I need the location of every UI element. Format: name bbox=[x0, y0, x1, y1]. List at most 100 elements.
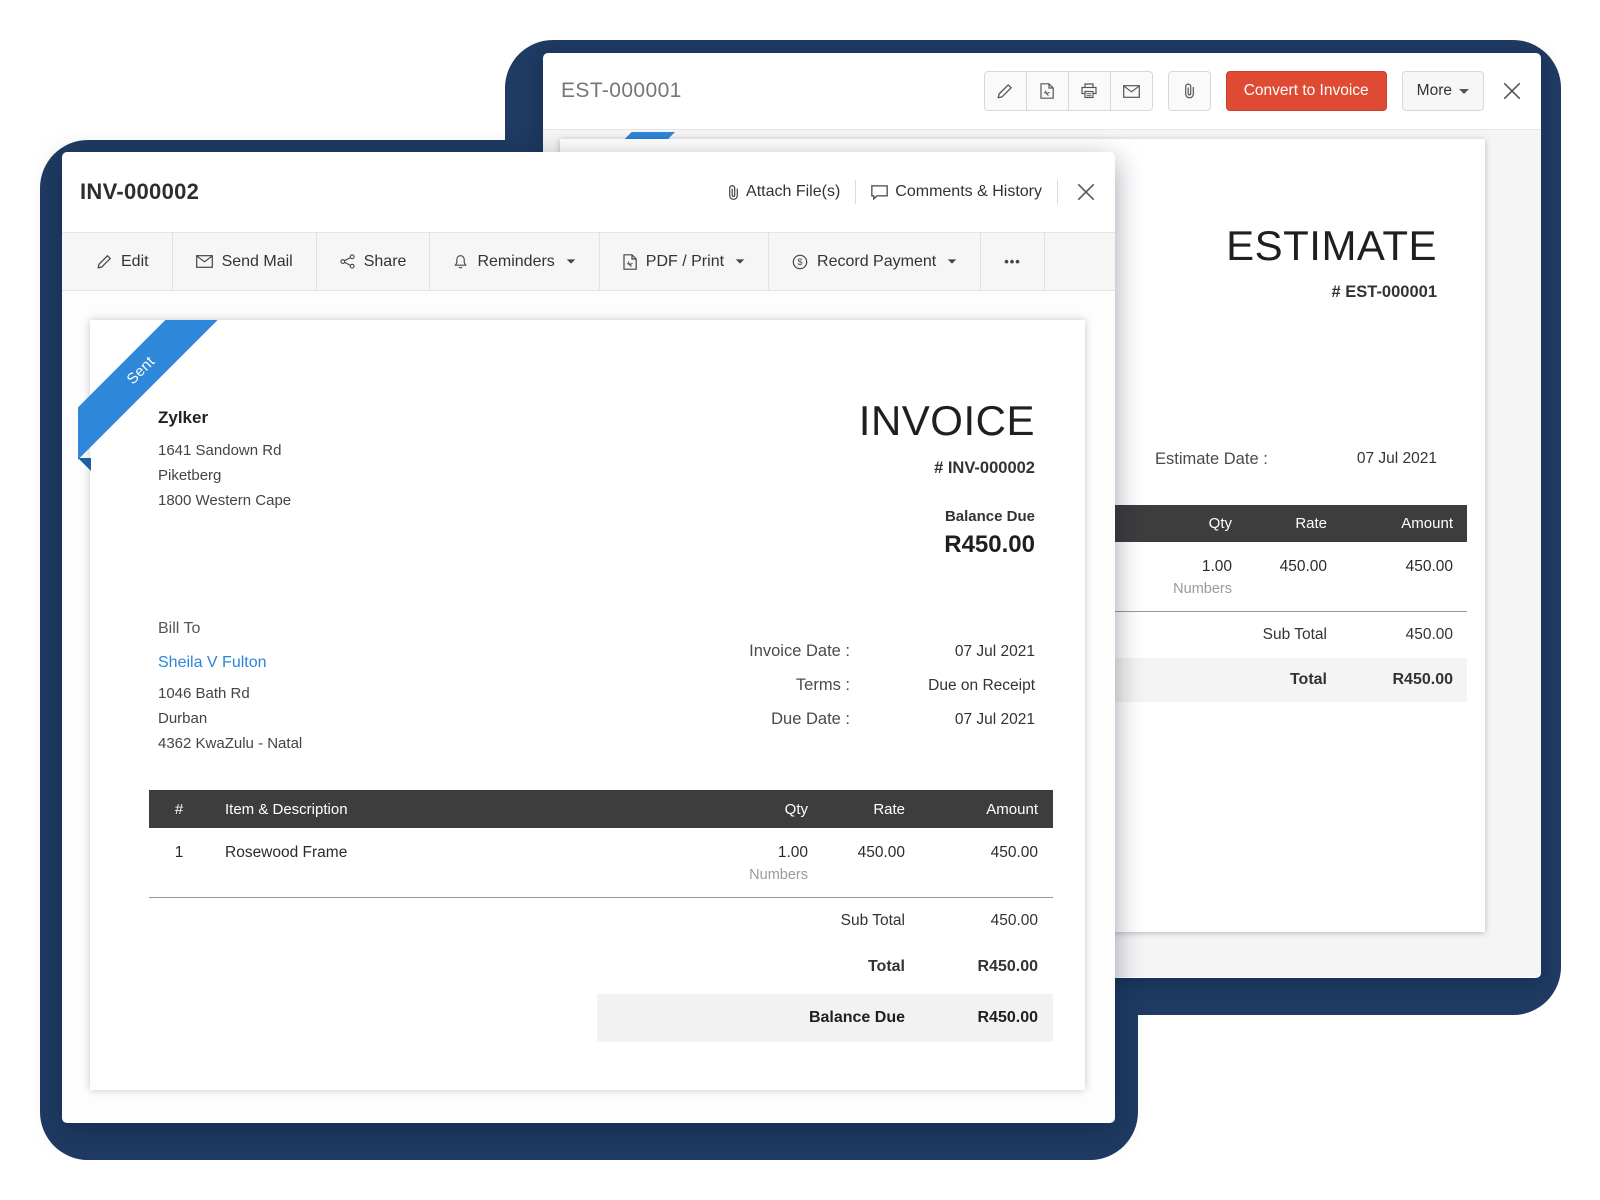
toolbar-more[interactable]: ••• bbox=[981, 233, 1045, 290]
paperclip-icon bbox=[728, 184, 739, 201]
svg-text:$: $ bbox=[798, 257, 803, 267]
terms-label: Terms : bbox=[796, 676, 850, 695]
edit-pencil-icon bbox=[97, 254, 112, 269]
due-date-label: Due Date : bbox=[771, 710, 850, 729]
toolbar-record-payment-label: Record Payment bbox=[817, 253, 936, 271]
balance-row-label: Balance Due bbox=[809, 1009, 905, 1027]
toolbar-reminders[interactable]: Reminders bbox=[430, 233, 599, 290]
balance-row-value: R450.00 bbox=[905, 1009, 1053, 1027]
col-item-description: Item & Description bbox=[209, 801, 698, 818]
col-qty: Qty bbox=[698, 801, 808, 818]
print-icon bbox=[1081, 83, 1097, 99]
company-block: Zylker 1641 Sandown Rd Piketberg 1800 We… bbox=[158, 408, 291, 513]
comments-history-label: Comments & History bbox=[895, 183, 1042, 201]
header-divider bbox=[1057, 180, 1058, 204]
customer-name-link[interactable]: Sheila V Fulton bbox=[158, 654, 302, 672]
ribbon-fold bbox=[78, 458, 91, 471]
more-button[interactable]: More bbox=[1402, 71, 1484, 111]
header-divider bbox=[855, 180, 856, 204]
subtotal-value: 450.00 bbox=[905, 912, 1053, 930]
col-rate: Rate bbox=[808, 801, 905, 818]
invoice-title: INV-000002 bbox=[80, 179, 199, 205]
estimate-window-header: EST-000001 bbox=[543, 53, 1541, 130]
dollar-circle-icon: $ bbox=[792, 254, 808, 270]
customer-address-line: Durban bbox=[158, 706, 302, 731]
chevron-down-icon bbox=[736, 259, 745, 263]
toolbar-reminders-label: Reminders bbox=[477, 253, 554, 271]
invoice-number: # INV-000002 bbox=[859, 459, 1035, 478]
chevron-down-icon bbox=[567, 259, 576, 263]
estimate-row-qty: 1.00 bbox=[1132, 558, 1232, 576]
estimate-actions: Convert to Invoice More bbox=[984, 71, 1525, 111]
paperclip-icon bbox=[1184, 83, 1195, 99]
comment-bubble-icon bbox=[871, 185, 888, 200]
row-qty: 1.00 bbox=[698, 844, 808, 862]
toolbar-pdf-print-label: PDF / Print bbox=[646, 253, 724, 271]
attach-files-label: Attach File(s) bbox=[746, 183, 840, 201]
toolbar-record-payment[interactable]: $ Record Payment bbox=[769, 233, 981, 290]
invoice-items-table: # Item & Description Qty Rate Amount 1 R… bbox=[149, 790, 1053, 1042]
convert-to-invoice-button[interactable]: Convert to Invoice bbox=[1226, 71, 1387, 111]
invoice-window: INV-000002 Attach File(s) Comments & His… bbox=[62, 152, 1115, 1123]
balance-due-label: Balance Due bbox=[859, 508, 1035, 525]
email-icon bbox=[1123, 85, 1140, 98]
toolbar-edit[interactable]: Edit bbox=[74, 233, 173, 290]
toolbar-pdf-print[interactable]: PDF / Print bbox=[600, 233, 769, 290]
chevron-down-icon bbox=[948, 259, 957, 263]
estimate-title: EST-000001 bbox=[561, 79, 682, 103]
invoice-headblock: INVOICE # INV-000002 Balance Due R450.00 bbox=[859, 398, 1035, 559]
estimate-subtotal-value: 450.00 bbox=[1327, 626, 1467, 644]
estimate-col-qty: Qty bbox=[1132, 515, 1232, 532]
edit-button[interactable] bbox=[984, 71, 1027, 111]
bill-to-label: Bill To bbox=[158, 620, 302, 638]
row-rate: 450.00 bbox=[808, 844, 905, 862]
due-date-row: Due Date : 07 Jul 2021 bbox=[749, 710, 1035, 729]
chevron-down-icon bbox=[1459, 89, 1469, 94]
bill-to-block: Bill To Sheila V Fulton 1046 Bath Rd Dur… bbox=[158, 620, 302, 756]
toolbar-share[interactable]: Share bbox=[317, 233, 431, 290]
attach-files-link[interactable]: Attach File(s) bbox=[728, 183, 840, 201]
due-date-value: 07 Jul 2021 bbox=[850, 711, 1035, 729]
row-unit: Numbers bbox=[698, 867, 808, 883]
more-button-label: More bbox=[1417, 82, 1452, 100]
invoice-table-row: 1 Rosewood Frame 1.00 Numbers 450.00 450… bbox=[149, 828, 1053, 883]
estimate-col-rate: Rate bbox=[1232, 515, 1327, 532]
terms-row: Terms : Due on Receipt bbox=[749, 676, 1035, 695]
toolbar-send-mail-label: Send Mail bbox=[222, 253, 293, 271]
terms-value: Due on Receipt bbox=[850, 677, 1035, 695]
invoice-header-actions: Attach File(s) Comments & History bbox=[728, 180, 1099, 204]
row-number: 1 bbox=[149, 844, 209, 862]
invoice-window-header: INV-000002 Attach File(s) Comments & His… bbox=[62, 152, 1115, 232]
toolbar-send-mail[interactable]: Send Mail bbox=[173, 233, 317, 290]
print-button[interactable] bbox=[1068, 71, 1111, 111]
pdf-file-icon bbox=[623, 254, 637, 270]
invoice-close-button[interactable] bbox=[1073, 183, 1099, 201]
attach-file-button[interactable] bbox=[1168, 71, 1211, 111]
col-number: # bbox=[149, 801, 209, 818]
estimate-icon-button-group bbox=[984, 71, 1153, 111]
row-item-name: Rosewood Frame bbox=[209, 844, 698, 862]
close-icon bbox=[1503, 82, 1521, 100]
company-address-line: 1800 Western Cape bbox=[158, 488, 291, 513]
mail-icon bbox=[196, 255, 213, 268]
bell-icon bbox=[453, 254, 468, 270]
toolbar-share-label: Share bbox=[364, 253, 407, 271]
export-pdf-button[interactable] bbox=[1026, 71, 1069, 111]
estimate-close-button[interactable] bbox=[1503, 82, 1521, 100]
company-address-line: 1641 Sandown Rd bbox=[158, 438, 291, 463]
estimate-row-unit: Numbers bbox=[1132, 581, 1232, 597]
col-amount: Amount bbox=[905, 801, 1053, 818]
invoice-balance-due-row: Balance Due R450.00 bbox=[597, 994, 1053, 1042]
send-email-button[interactable] bbox=[1110, 71, 1153, 111]
estimate-total-label: Total bbox=[1290, 671, 1327, 689]
balance-due-value: R450.00 bbox=[859, 531, 1035, 559]
estimate-row-amount: 450.00 bbox=[1327, 558, 1467, 576]
invoice-toolbar: Edit Send Mail Share Reminders bbox=[62, 232, 1115, 291]
invoice-subtotal-row: Sub Total 450.00 bbox=[149, 898, 1053, 944]
comments-history-link[interactable]: Comments & History bbox=[871, 183, 1042, 201]
toolbar-edit-label: Edit bbox=[121, 253, 149, 271]
invoice-total-row: Total R450.00 bbox=[149, 944, 1053, 990]
row-amount: 450.00 bbox=[905, 844, 1053, 862]
customer-address-line: 1046 Bath Rd bbox=[158, 681, 302, 706]
estimate-total-value: R450.00 bbox=[1327, 671, 1467, 689]
